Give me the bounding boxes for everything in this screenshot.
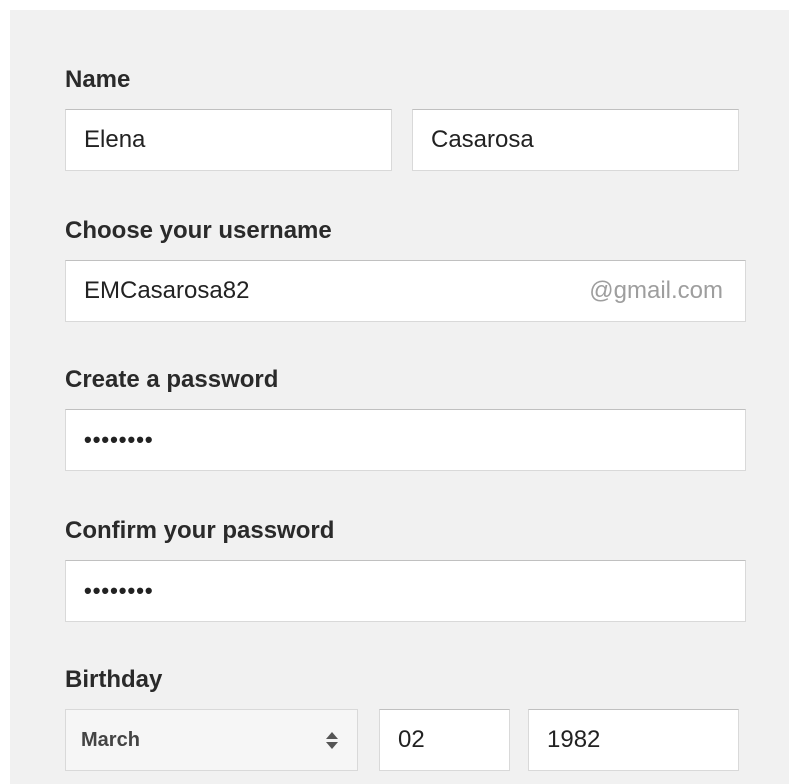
first-name-field[interactable]: Elena xyxy=(65,109,392,171)
confirm-password-value: •••••••• xyxy=(84,578,154,603)
password-value: •••••••• xyxy=(84,427,154,452)
last-name-field[interactable]: Casarosa xyxy=(412,109,739,171)
birthday-year-value: 1982 xyxy=(547,726,601,753)
password-field[interactable]: •••••••• xyxy=(65,409,746,471)
birthday-label: Birthday xyxy=(65,666,163,693)
last-name-value: Casarosa xyxy=(431,126,534,153)
birthday-day-field[interactable]: 02 xyxy=(379,709,510,771)
birthday-month-select[interactable]: March xyxy=(65,709,358,771)
birthday-day-value: 02 xyxy=(398,726,425,753)
username-label: Choose your username xyxy=(65,217,332,244)
username-value: EMCasarosa82 xyxy=(84,277,250,304)
birthday-month-value: March xyxy=(81,728,140,751)
up-down-chevron-icon xyxy=(325,731,339,749)
gmail-domain-suffix: @gmail.com xyxy=(589,277,723,304)
first-name-value: Elena xyxy=(84,126,146,153)
confirm-password-label: Confirm your password xyxy=(65,517,335,544)
username-field[interactable]: EMCasarosa82 @gmail.com xyxy=(65,260,746,322)
birthday-year-field[interactable]: 1982 xyxy=(528,709,739,771)
confirm-password-field[interactable]: •••••••• xyxy=(65,560,746,622)
name-label: Name xyxy=(65,66,131,93)
create-password-label: Create a password xyxy=(65,366,279,393)
